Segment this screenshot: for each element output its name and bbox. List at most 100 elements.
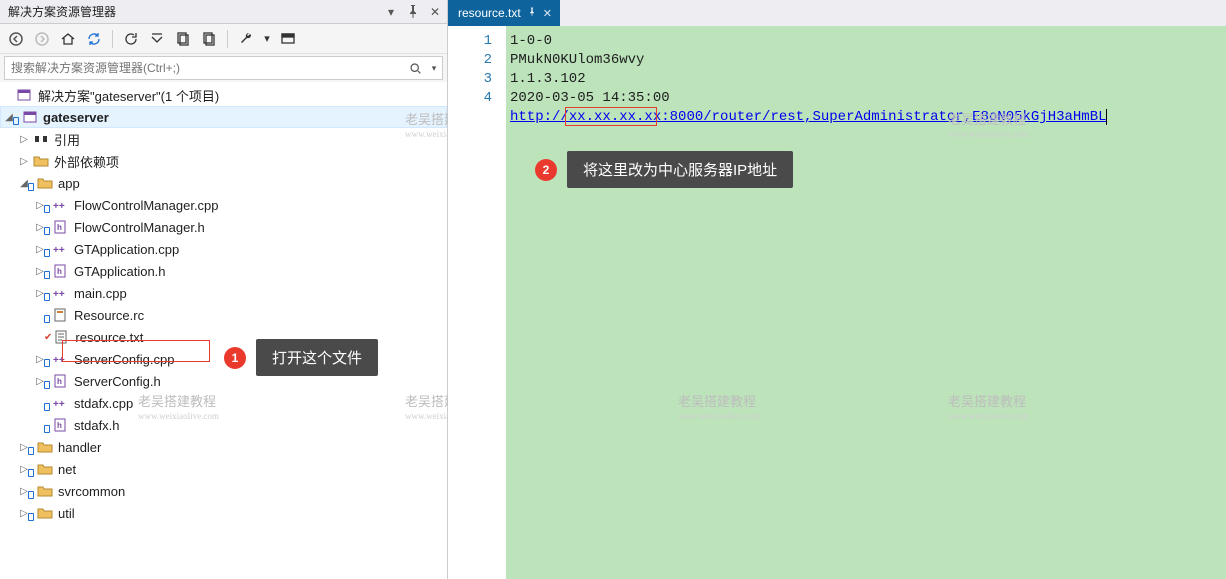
file-node[interactable]: ▷ ++ FlowControlManager.cpp [0, 194, 447, 216]
panel-title: 解决方案资源管理器 [8, 3, 377, 20]
forward-button[interactable] [30, 27, 54, 51]
sync-button[interactable] [82, 27, 106, 51]
code-line: 2020-03-05 14:35:00 [510, 89, 1222, 108]
expand-icon[interactable]: ▷ [16, 153, 32, 169]
file-label: FlowControlManager.h [72, 220, 205, 235]
solution-node[interactable]: ▷ 解决方案"gateserver"(1 个项目) [0, 84, 447, 106]
file-label: main.cpp [72, 286, 127, 301]
lock-icon [28, 469, 34, 477]
lock-icon [44, 359, 50, 367]
home-button[interactable] [56, 27, 80, 51]
svg-text:h: h [57, 421, 62, 430]
properties-button[interactable] [197, 27, 221, 51]
pin-icon[interactable] [527, 6, 537, 20]
solution-label: 解决方案"gateserver"(1 个项目) [36, 86, 219, 105]
lock-icon [44, 271, 50, 279]
pin-icon[interactable] [405, 4, 421, 20]
folder-icon [36, 439, 54, 455]
file-node[interactable]: ▷ ++ main.cpp [0, 282, 447, 304]
h-icon: h [52, 373, 70, 389]
file-label: GTApplication.h [72, 264, 166, 279]
collapse-button[interactable] [145, 27, 169, 51]
code-line: http://xx.xx.xx.xx:8000/router/rest,Supe… [510, 108, 1222, 127]
cpp-icon: ++ [52, 395, 70, 411]
svg-text:++: ++ [53, 201, 65, 212]
close-icon[interactable]: ✕ [427, 4, 443, 20]
close-tab-icon[interactable]: ✕ [543, 7, 552, 20]
url-text: http://xx.xx.xx.xx:8000/router/rest,Supe… [510, 109, 1107, 125]
net-folder[interactable]: ▷ net [0, 458, 447, 480]
code-area[interactable]: 1-0-0 PMukN0KUlom36wvy 1.1.3.102 2020-03… [506, 26, 1226, 579]
references-node[interactable]: ▷ 引用 [0, 128, 447, 150]
code-line: 1.1.3.102 [510, 70, 1222, 89]
folder-icon [36, 505, 54, 521]
checkout-icon: ✔ [44, 332, 52, 343]
tab-resource-txt[interactable]: resource.txt ✕ [448, 0, 560, 26]
file-node[interactable]: ▷ Resource.rc [0, 304, 447, 326]
folder-icon [36, 483, 54, 499]
toolbar-separator [227, 30, 228, 48]
annotation-callout-2: 2 将这里改为中心服务器IP地址 [535, 151, 793, 188]
code-line: PMukN0KUlom36wvy [510, 51, 1222, 70]
file-label: Resource.rc [72, 308, 144, 323]
solution-tree[interactable]: ▷ 解决方案"gateserver"(1 个项目) ◢ gateserver ▷… [0, 82, 447, 579]
line-gutter: 1 2 3 4 [448, 26, 506, 579]
solution-explorer-panel: 解决方案资源管理器 ▾ ✕ ▾ ▾ ▷ 解决方案"gateserver"(1 个 [0, 0, 448, 579]
cpp-icon: ++ [52, 241, 70, 257]
app-folder[interactable]: ◢ app [0, 172, 447, 194]
folder-icon [32, 153, 50, 169]
cpp-icon: ++ [52, 351, 70, 367]
more-button[interactable]: ▾ [260, 27, 274, 51]
refresh-button[interactable] [119, 27, 143, 51]
lock-icon [44, 227, 50, 235]
panel-menu-icon[interactable]: ▾ [383, 4, 399, 20]
preview-button[interactable] [276, 27, 300, 51]
file-label: stdafx.cpp [72, 396, 133, 411]
toolbar-separator [112, 30, 113, 48]
search-dropdown-icon[interactable]: ▾ [426, 63, 442, 74]
lock-icon [44, 381, 50, 389]
h-icon: h [52, 263, 70, 279]
code-line: 1-0-0 [510, 32, 1222, 51]
svg-text:h: h [57, 223, 62, 232]
lock-icon [28, 447, 34, 455]
search-icon[interactable] [404, 62, 426, 75]
tab-label: resource.txt [458, 6, 521, 20]
annotation-text: 将这里改为中心服务器IP地址 [567, 151, 793, 188]
file-node[interactable]: ▷ ++ GTApplication.cpp [0, 238, 447, 260]
annotation-text: 打开这个文件 [256, 339, 378, 376]
text-editor[interactable]: 1 2 3 4 1-0-0 PMukN0KUlom36wvy 1.1.3.102… [448, 26, 1226, 579]
wrench-button[interactable] [234, 27, 258, 51]
file-label: ServerConfig.cpp [72, 352, 174, 367]
file-node[interactable]: ▷ h FlowControlManager.h [0, 216, 447, 238]
svg-text:++: ++ [53, 355, 65, 366]
folder-label: net [56, 462, 76, 477]
show-all-button[interactable] [171, 27, 195, 51]
resource-icon [52, 307, 70, 323]
file-node[interactable]: ▷ h stdafx.h [0, 414, 447, 436]
search-box[interactable]: ▾ [4, 56, 443, 80]
file-node[interactable]: ▷ h GTApplication.h [0, 260, 447, 282]
lock-icon [28, 491, 34, 499]
references-icon [32, 131, 50, 147]
folder-label: app [56, 176, 80, 191]
lock-icon [44, 205, 50, 213]
handler-folder[interactable]: ▷ handler [0, 436, 447, 458]
svrcommon-folder[interactable]: ▷ svrcommon [0, 480, 447, 502]
external-label: 外部依赖项 [52, 152, 119, 171]
line-number: 3 [448, 70, 492, 89]
lock-icon [28, 513, 34, 521]
file-label: FlowControlManager.cpp [72, 198, 219, 213]
file-node[interactable]: ▷ ++ stdafx.cpp [0, 392, 447, 414]
expand-icon[interactable]: ▷ [16, 131, 32, 147]
folder-label: util [56, 506, 75, 521]
project-node[interactable]: ◢ gateserver [0, 106, 447, 128]
annotation-callout-1: 1 打开这个文件 [224, 339, 378, 376]
back-button[interactable] [4, 27, 28, 51]
util-folder[interactable]: ▷ util [0, 502, 447, 524]
annotation-badge: 1 [224, 347, 246, 369]
svg-text:++: ++ [53, 289, 65, 300]
cpp-icon: ++ [52, 285, 70, 301]
external-deps-node[interactable]: ▷ 外部依赖项 [0, 150, 447, 172]
search-input[interactable] [5, 61, 404, 75]
